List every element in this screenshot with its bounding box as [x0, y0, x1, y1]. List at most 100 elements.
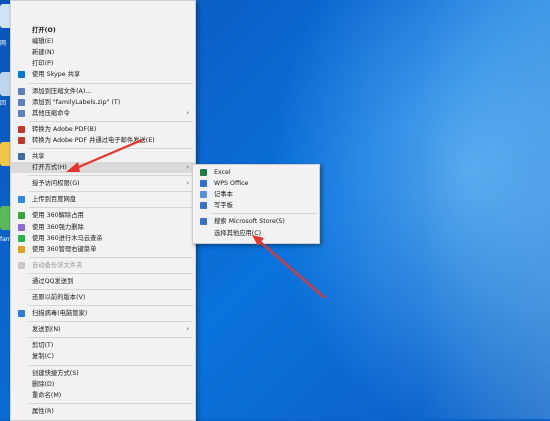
menu-item-label: 剪切(T)	[32, 342, 54, 350]
menu-item[interactable]: 使用 360强力删除	[11, 222, 195, 233]
menu-item-label: 删除(D)	[32, 380, 55, 388]
menu-separator	[29, 256, 193, 258]
menu-separator	[29, 148, 193, 149]
menu-item[interactable]: Excel	[193, 167, 319, 178]
menu-item-label: 使用 360进行木马云查杀	[32, 234, 103, 242]
menu-separator	[29, 364, 193, 366]
menu-item[interactable]: 共享	[11, 151, 195, 162]
menu-item[interactable]: 写字板	[193, 200, 319, 211]
360-icon	[18, 212, 25, 220]
menu-item[interactable]: 属性(R)	[11, 406, 195, 417]
notepad-icon	[200, 191, 207, 199]
archive-icon	[18, 87, 25, 95]
chevron-right-icon: ›	[186, 163, 189, 172]
wordpad-icon	[200, 202, 207, 210]
menu-item-label: 打开方式(H)	[32, 164, 67, 172]
menu-item[interactable]: 通过QQ发送到	[11, 276, 195, 287]
menu-item-label: 转换为 Adobe PDF(B)	[32, 125, 97, 133]
menu-separator	[29, 175, 193, 177]
menu-item-label: 其他压缩命令	[32, 109, 70, 117]
menu-item-label: 写字板	[214, 202, 233, 210]
menu-item-label: 打印(P)	[32, 60, 54, 68]
360-icon	[18, 245, 25, 253]
shield-icon	[18, 310, 25, 318]
menu-item-label: 属性(R)	[32, 407, 54, 415]
menu-item: 自动备份该文件夹	[11, 260, 195, 271]
menu-item-label: 扫描病毒(电脑管家)	[32, 310, 88, 318]
menu-separator	[211, 213, 317, 215]
menu-item[interactable]: 新建(N)	[11, 47, 195, 58]
menu-item-label: 重命名(M)	[32, 391, 62, 399]
menu-item-label: Excel	[214, 169, 231, 176]
menu-item-label: 自动备份该文件夹	[32, 261, 83, 269]
menu-item-label: 选择其他应用(C)	[214, 229, 262, 237]
menu-separator	[29, 305, 193, 307]
menu-item[interactable]: 其他压缩命令 ›	[11, 108, 195, 119]
menu-item-label: 还原以前的版本(V)	[32, 294, 86, 301]
menu-item[interactable]: 上传到百度网盘	[11, 194, 195, 205]
menu-item-label: 编辑(E)	[32, 38, 54, 46]
menu-item-label: 复制(C)	[32, 353, 54, 361]
menu-item[interactable]: 剪切(T)	[11, 340, 195, 351]
menu-item[interactable]: WPS Office	[193, 178, 319, 189]
pdf-icon	[18, 136, 25, 144]
store-icon	[200, 218, 207, 226]
menu-item[interactable]: 使用 360管理右键菜单	[11, 244, 195, 255]
chevron-right-icon: ›	[186, 325, 189, 334]
menu-item[interactable]: 使用 Skype 共享	[11, 69, 195, 80]
menu-item-label: 授予访问权限(G)	[32, 180, 80, 188]
menu-item-label: 发送到(N)	[32, 326, 61, 334]
menu-item[interactable]: 添加到 "familyLabels.zip" (T)	[11, 97, 195, 108]
excel-icon	[200, 169, 207, 176]
menu-separator	[29, 120, 193, 122]
menu-separator	[29, 191, 193, 193]
menu-item-label: 打开(O)	[32, 27, 56, 34]
menu-item-label: 搜索 Microsoft Store(S)	[214, 218, 285, 226]
open-with-submenu: Excel WPS Office 记事本写字板搜索 Microsoft Store(…	[192, 164, 320, 244]
wallpaper-light	[420, 0, 550, 419]
menu-item[interactable]: 添加到压缩文件(A)...	[11, 86, 195, 97]
share-icon	[18, 153, 25, 160]
skype-icon	[18, 71, 25, 79]
menu-item[interactable]: 转换为 Adobe PDF 并通过电子邮件发送(E)	[11, 135, 195, 146]
menu-item[interactable]: 打印(P)	[11, 58, 195, 69]
menu-item-label: WPS Office	[214, 180, 249, 188]
menu-separator	[29, 82, 193, 84]
menu-item-label: 添加到压缩文件(A)...	[32, 87, 92, 95]
menu-item[interactable]: 重命名(M)	[11, 390, 195, 401]
menu-item[interactable]: 选择其他应用(C)	[193, 228, 319, 239]
menu-item[interactable]: 创建快捷方式(S)	[11, 368, 195, 379]
archive-icon	[18, 109, 25, 117]
menu-separator	[29, 272, 193, 274]
menu-item-label: 使用 360强力删除	[32, 223, 84, 231]
menu-item[interactable]: 转换为 Adobe PDF(B)	[11, 124, 195, 135]
menu-item-label: 使用 360解除占用	[32, 212, 84, 220]
menu-item[interactable]: 打开方式(H) ›	[11, 162, 195, 174]
menu-item[interactable]: 编辑(E)	[11, 36, 195, 47]
menu-item[interactable]: 发送到(N) ›	[11, 324, 195, 335]
menu-item[interactable]: 使用 360进行木马云查杀	[11, 233, 195, 244]
archive-icon	[18, 98, 25, 106]
chevron-right-icon: ›	[186, 179, 189, 188]
menu-item[interactable]: 授予访问权限(G) ›	[11, 178, 195, 189]
menu-item[interactable]: 使用 360解除占用	[11, 210, 195, 221]
menu-separator	[29, 402, 193, 404]
menu-item[interactable]: 删除(D)	[11, 379, 195, 390]
menu-item[interactable]: 还原以前的版本(V)	[11, 292, 195, 303]
menu-separator	[29, 207, 193, 209]
menu-item-label: 使用 360管理右键菜单	[32, 245, 97, 253]
menu-item-label: 新建(N)	[32, 49, 55, 57]
menu-item[interactable]: 扫描病毒(电脑管家)	[11, 308, 195, 319]
menu-item-label: 通过QQ发送到	[32, 277, 74, 285]
menu-item-label: 使用 Skype 共享	[32, 71, 81, 79]
chevron-right-icon: ›	[186, 108, 189, 117]
context-menu: 打开(O) 编辑(E) 新建(N) 打印(P) 使用 Skype 共享添加到压缩文件(A…	[10, 0, 196, 421]
menu-item[interactable]: 记事本	[193, 189, 319, 200]
menu-item[interactable]: 复制(C)	[11, 351, 195, 362]
menu-item-label: 创建快捷方式(S)	[32, 369, 79, 377]
menu-item[interactable]: 搜索 Microsoft Store(S)	[193, 216, 319, 227]
backup-icon	[18, 261, 25, 269]
360-icon	[18, 234, 25, 242]
menu-separator	[29, 321, 193, 323]
menu-item[interactable]: 打开(O)	[11, 25, 195, 36]
